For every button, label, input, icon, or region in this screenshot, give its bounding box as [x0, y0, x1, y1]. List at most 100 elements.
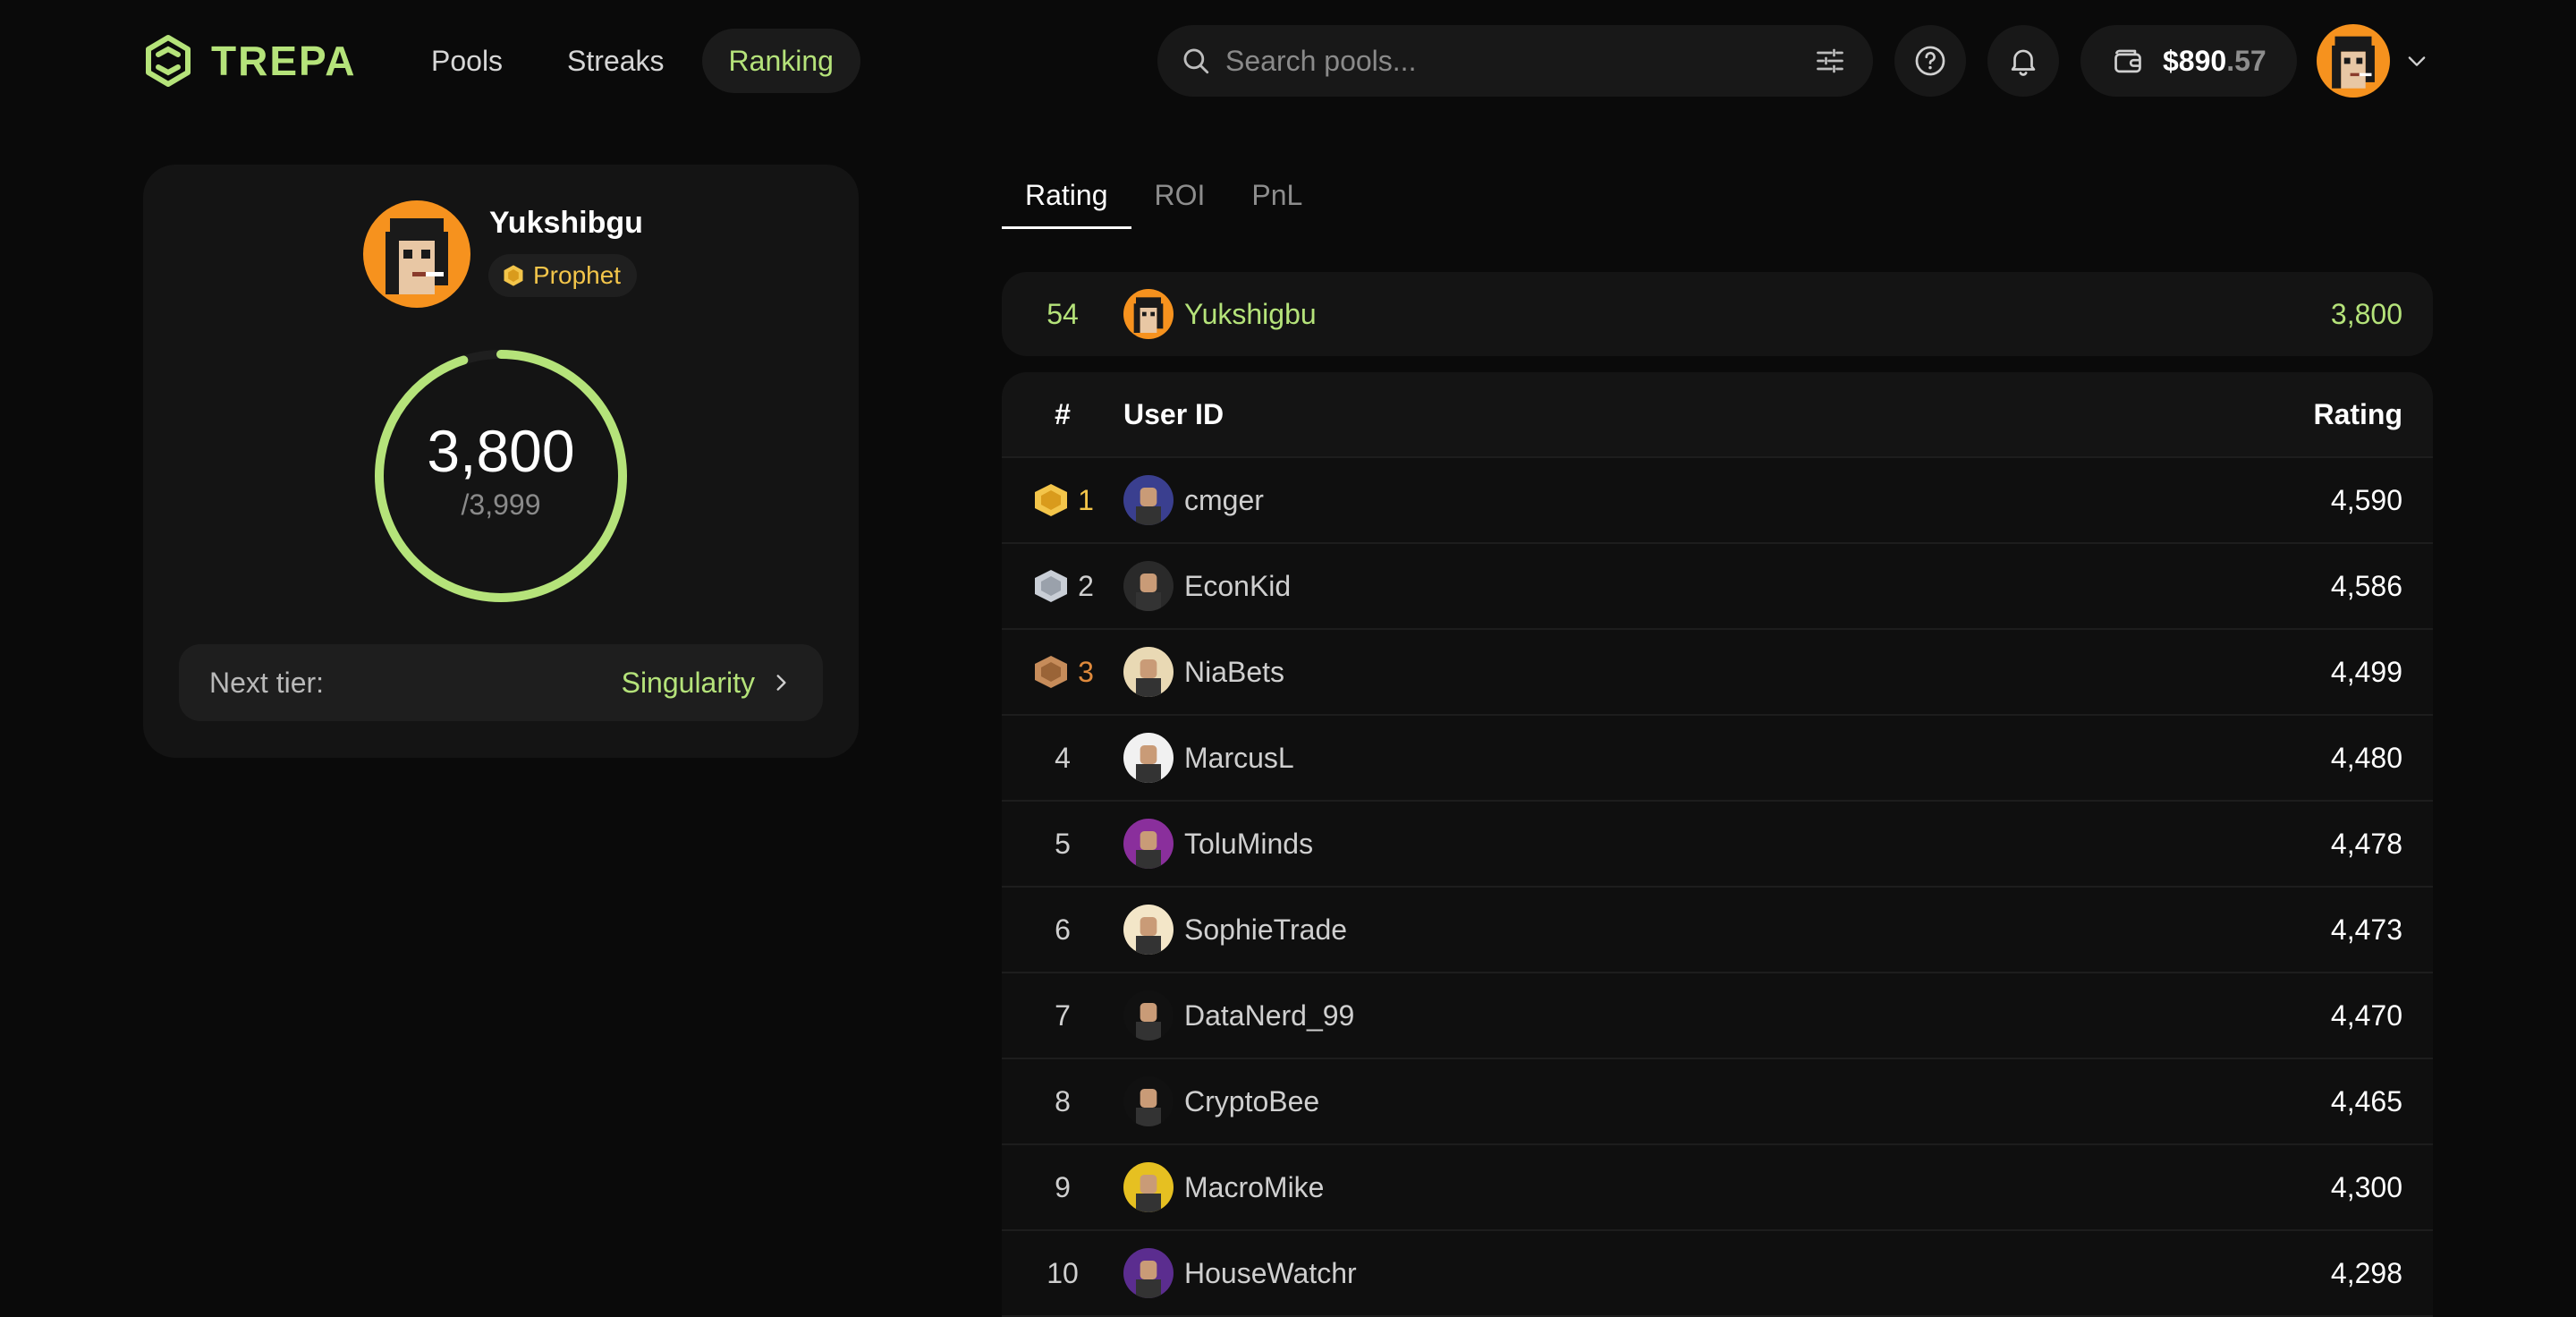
- avatar[interactable]: [1123, 733, 1174, 783]
- row-username[interactable]: MarcusL: [1184, 742, 1294, 775]
- table-row[interactable]: 3 NiaBets 4,499: [1002, 630, 2433, 716]
- row-rank-number: 5: [1055, 827, 1071, 860]
- avatar[interactable]: [1123, 475, 1174, 525]
- nav-pools[interactable]: Pools: [404, 29, 530, 93]
- header-user: User ID: [1123, 397, 1224, 430]
- table-row[interactable]: 2 EconKid 4,586: [1002, 544, 2433, 630]
- sliders-icon[interactable]: [1814, 45, 1846, 77]
- table-row[interactable]: 4 MarcusL 4,480: [1002, 716, 2433, 802]
- table-body: 1 cmger 4,590 2 EconKid 4,586 3 NiaBets 4,499 4 Ma…: [1002, 458, 2433, 1317]
- header-rank: #: [1055, 397, 1071, 430]
- row-rating: 4,465: [2330, 1084, 2402, 1117]
- search-bar[interactable]: [1157, 25, 1873, 97]
- avatar[interactable]: [1123, 561, 1174, 611]
- row-rank: 8: [1002, 1085, 1123, 1118]
- gold-medal-icon: [1035, 484, 1068, 516]
- row-rank: 7: [1002, 999, 1123, 1032]
- next-tier-link[interactable]: Next tier: Singularity: [179, 644, 823, 721]
- row-user: HouseWatchr: [1123, 1248, 2331, 1298]
- avatar[interactable]: [1123, 1248, 1174, 1298]
- avatar[interactable]: [1123, 1076, 1174, 1126]
- row-rank-number: 9: [1055, 1170, 1071, 1203]
- row-rank-number: 10: [1046, 1256, 1079, 1289]
- row-rating: 4,590: [2330, 483, 2402, 516]
- row-rank-number: 3: [1078, 655, 1094, 688]
- row-username[interactable]: ToluMinds: [1184, 828, 1313, 861]
- avatar[interactable]: [1123, 990, 1174, 1041]
- row-rating: 4,499: [2330, 655, 2402, 688]
- help-button[interactable]: [1894, 25, 1966, 97]
- wallet-amount: $890: [2163, 44, 2227, 77]
- table-row[interactable]: 10 HouseWatchr 4,298: [1002, 1231, 2433, 1317]
- my-rank-username: Yukshigbu: [1184, 297, 1317, 330]
- rating-value: 3,800: [427, 418, 575, 484]
- wallet-cents: .57: [2226, 44, 2267, 77]
- my-rank-number: 54: [1046, 297, 1079, 330]
- row-rank-number: 4: [1055, 741, 1071, 774]
- notifications-button[interactable]: [1987, 25, 2059, 97]
- user-avatar-icon: [2317, 24, 2390, 98]
- profile-name: Yukshibgu: [489, 206, 643, 240]
- row-username[interactable]: HouseWatchr: [1184, 1257, 1357, 1290]
- row-user: ToluMinds: [1123, 819, 2331, 869]
- avatar[interactable]: [1123, 905, 1174, 955]
- user-avatar-icon: [1123, 1248, 1174, 1298]
- user-avatar-icon: [1123, 990, 1174, 1041]
- tab-roi[interactable]: ROI: [1131, 170, 1229, 229]
- silver-medal-icon: [1035, 570, 1068, 602]
- row-username[interactable]: DataNerd_99: [1184, 999, 1354, 1032]
- next-tier-label: Next tier:: [209, 666, 325, 699]
- leaderboard-table: # User ID Rating 1 cmger 4,590 2 EconKid 4,58…: [1002, 372, 2433, 1317]
- row-user: MarcusL: [1123, 733, 2331, 783]
- row-rank-number: 1: [1078, 483, 1094, 516]
- brand-logo[interactable]: TREPA: [141, 32, 357, 89]
- tab-rating[interactable]: Rating: [1002, 170, 1131, 229]
- row-rating: 4,473: [2330, 913, 2402, 946]
- table-row[interactable]: 7 DataNerd_99 4,470: [1002, 973, 2433, 1059]
- tab-pnl[interactable]: PnL: [1228, 170, 1326, 229]
- row-rank-number: 7: [1055, 998, 1071, 1032]
- row-username[interactable]: NiaBets: [1184, 656, 1284, 689]
- my-rank-row[interactable]: 54 Yukshigbu 3,800: [1002, 272, 2433, 356]
- row-rank: 6: [1002, 913, 1123, 947]
- row-user: DataNerd_99: [1123, 990, 2331, 1041]
- row-rating: 4,300: [2330, 1170, 2402, 1203]
- wallet-balance[interactable]: $890.57: [2080, 25, 2297, 97]
- search-icon: [1183, 48, 1209, 74]
- user-avatar-icon: [1123, 1076, 1174, 1126]
- row-rating: 4,586: [2330, 569, 2402, 602]
- row-username[interactable]: MacroMike: [1184, 1171, 1324, 1204]
- row-user: NiaBets: [1123, 647, 2331, 697]
- row-rating: 4,478: [2330, 827, 2402, 860]
- profile-card: Yukshibgu Prophet 3,800 /3,999 Next tier…: [143, 165, 859, 758]
- avatar[interactable]: [2317, 24, 2390, 98]
- prophet-badge-icon: [504, 265, 523, 286]
- my-rank-user: Yukshigbu: [1123, 289, 2331, 339]
- table-row[interactable]: 5 ToluMinds 4,478: [1002, 802, 2433, 888]
- row-username[interactable]: SophieTrade: [1184, 913, 1347, 947]
- account-menu[interactable]: [2317, 24, 2429, 98]
- avatar[interactable]: [1123, 1162, 1174, 1212]
- chevron-down-icon: [2408, 56, 2426, 66]
- avatar[interactable]: [1123, 647, 1174, 697]
- table-row[interactable]: 9 MacroMike 4,300: [1002, 1145, 2433, 1231]
- header-rating[interactable]: Rating: [2313, 398, 2433, 431]
- user-avatar-icon: [1123, 1162, 1174, 1212]
- trepa-logo-icon: [146, 35, 191, 87]
- row-rank: 1: [1002, 482, 1123, 518]
- user-avatar-icon: [1123, 733, 1174, 783]
- avatar[interactable]: [1123, 819, 1174, 869]
- table-row[interactable]: 1 cmger 4,590: [1002, 458, 2433, 544]
- row-rating: 4,298: [2330, 1256, 2402, 1289]
- help-icon: [1915, 46, 1945, 76]
- row-rating: 4,480: [2330, 741, 2402, 774]
- table-row[interactable]: 8 CryptoBee 4,465: [1002, 1059, 2433, 1145]
- table-row[interactable]: 6 SophieTrade 4,473: [1002, 888, 2433, 973]
- row-username[interactable]: EconKid: [1184, 570, 1291, 603]
- nav-streaks[interactable]: Streaks: [540, 29, 691, 93]
- row-username[interactable]: cmger: [1184, 484, 1264, 517]
- nav-ranking[interactable]: Ranking: [701, 29, 860, 93]
- row-rank: 5: [1002, 828, 1123, 861]
- search-input[interactable]: [1225, 44, 1814, 78]
- row-username[interactable]: CryptoBee: [1184, 1085, 1319, 1118]
